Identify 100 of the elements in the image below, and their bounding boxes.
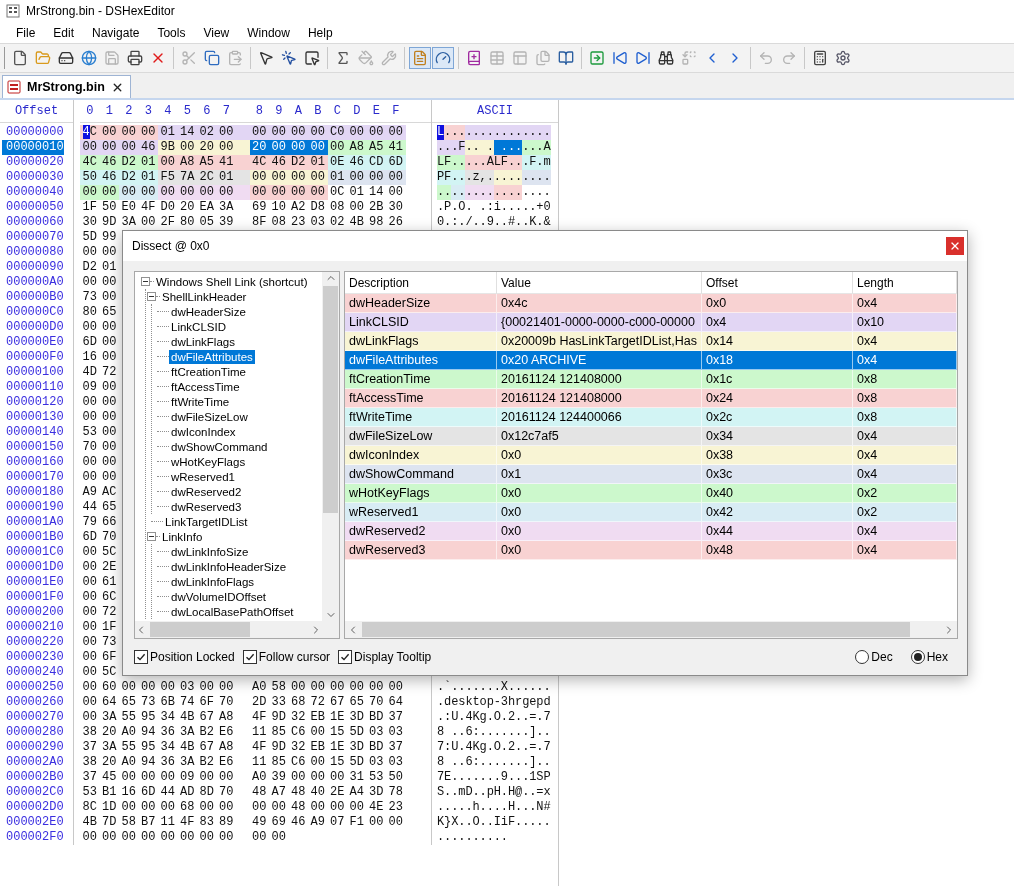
collapse-icon[interactable] (141, 277, 150, 286)
scroll-thumb[interactable] (150, 622, 250, 637)
option-checkbox[interactable]: Display Tooltip (338, 650, 432, 664)
checkbox[interactable] (242, 650, 257, 664)
hex-byte: 30 (81, 215, 98, 230)
tree-item[interactable]: dwReserved2 (169, 484, 244, 499)
tree-item[interactable]: ftCreationTime (169, 364, 248, 379)
ascii-text: K}X..O..IiF..... (437, 815, 551, 830)
tree-item[interactable]: dwFileAttributes (169, 349, 255, 364)
hex-byte: A5 (197, 155, 217, 170)
hex-byte: 00 (120, 830, 137, 845)
hex-byte: 00 (329, 770, 346, 785)
hex-byte: 10 (270, 200, 287, 215)
radix-radio[interactable]: Hex (910, 650, 948, 664)
tree-item[interactable]: dwIconIndex (169, 424, 238, 439)
radio-button[interactable] (910, 650, 925, 664)
vertical-scrollbar[interactable] (322, 272, 339, 621)
tree-item[interactable]: ftWriteTime (169, 394, 232, 409)
tree-item[interactable]: ShellLinkHeader (160, 289, 249, 304)
tree-item[interactable]: dwShowCommand (169, 439, 270, 454)
hex-byte: 00 (101, 320, 118, 335)
hex-byte: 01 (101, 260, 118, 275)
tree-item[interactable]: dwLinkInfoFlags (169, 574, 257, 589)
option-checkbox[interactable]: Follow cursor (242, 650, 331, 664)
hex-byte: 00 (197, 185, 217, 200)
tree-item[interactable]: LinkCLSID (169, 319, 228, 334)
radix-radio[interactable]: Dec (855, 650, 893, 664)
tree-item[interactable]: LinkInfo (160, 529, 205, 544)
collapse-icon[interactable] (147, 532, 156, 541)
hex-byte: D2 (81, 260, 98, 275)
tree-item[interactable]: Windows Shell Link (shortcut) (154, 274, 310, 289)
ascii-text: ................ (437, 185, 551, 200)
column-header: 7 (221, 104, 231, 118)
menu-item[interactable]: Navigate (84, 23, 148, 42)
table-cell: 0x4 (852, 541, 957, 560)
tree-item[interactable]: dwLocalBasePathOffset (169, 604, 296, 619)
tree-item[interactable]: dwVolumeIDOffset (169, 589, 269, 604)
menu-item[interactable]: Window (239, 23, 298, 42)
offset-text: 00000180 (5, 485, 64, 500)
menu-item[interactable]: Edit (45, 23, 83, 42)
hex-byte: 00 (101, 380, 118, 395)
close-button[interactable] (946, 237, 964, 255)
checkbox[interactable] (134, 650, 148, 664)
hex-byte: 00 (309, 800, 326, 815)
hex-byte: 07 (329, 815, 346, 830)
scroll-thumb[interactable] (323, 286, 338, 513)
hex-byte: 36 (159, 725, 176, 740)
hex-byte: A0 (251, 680, 268, 695)
file-tab[interactable]: MrStrong.bin (2, 75, 131, 98)
option-checkbox[interactable]: Position Locked (134, 650, 235, 664)
table-cell: 0x3c (701, 465, 853, 484)
hex-byte: 00 (386, 125, 406, 140)
gauge-button[interactable] (432, 47, 454, 69)
folder-icon (35, 50, 51, 66)
menu-item[interactable]: Help (299, 23, 341, 42)
menu-item[interactable]: View (195, 23, 238, 42)
tree-item[interactable]: dwLinkInfoHeaderSize (169, 559, 289, 574)
offset-text: 00000250 (5, 680, 64, 695)
hex-byte: 00 (158, 185, 178, 200)
table-cell: 0x4 (852, 465, 957, 484)
hex-byte: 36 (159, 755, 176, 770)
hex-byte: 68 (179, 800, 196, 815)
hex-byte: 37 (81, 740, 98, 755)
hex-byte: 00 (218, 680, 235, 695)
tree-item[interactable]: dwLinkInfoSize (169, 544, 251, 559)
hex-byte: 00 (308, 170, 328, 185)
tree-item[interactable]: ftAccessTime (169, 379, 242, 394)
hex-byte: 03 (368, 725, 385, 740)
scroll-thumb[interactable] (362, 622, 910, 637)
collapse-icon[interactable] (147, 292, 156, 301)
hex-byte: EB (309, 710, 326, 725)
tree-item[interactable]: wHotKeyFlags (169, 454, 248, 469)
hex-byte: 1E (329, 710, 346, 725)
radio-button[interactable] (855, 650, 870, 664)
tree-item[interactable]: wReserved1 (169, 469, 237, 484)
table-cell: 0x38 (701, 446, 853, 465)
tree-item[interactable]: LinkTargetIDList (163, 514, 250, 529)
hex-byte: 79 (81, 515, 98, 530)
tree-item[interactable]: dwHeaderSize (169, 304, 248, 319)
document-button[interactable] (409, 47, 431, 69)
column-header: 2 (124, 104, 134, 118)
tree-item[interactable]: dwFileSizeLow (169, 409, 250, 424)
menu-item[interactable]: Tools (149, 23, 194, 42)
hex-byte: 37 (387, 710, 404, 725)
hex-byte: 00 (251, 830, 268, 845)
column-header: D (352, 104, 362, 118)
table-cell: 0x2 (852, 503, 957, 522)
tree-item[interactable]: dwLinkFlags (169, 334, 237, 349)
hex-byte: 00 (348, 680, 365, 695)
hex-byte: 00 (140, 770, 157, 785)
horizontal-scrollbar[interactable] (345, 621, 957, 638)
checkbox[interactable] (338, 650, 353, 664)
horizontal-scrollbar[interactable] (135, 621, 322, 638)
tree-item[interactable]: dwReserved3 (169, 499, 244, 514)
panels-icon (512, 50, 528, 66)
table-cell: 0x0 (497, 484, 702, 503)
hex-byte: 16 (81, 350, 98, 365)
hex-byte: A4 (348, 785, 365, 800)
hex-byte: 46 (290, 815, 307, 830)
menu-item[interactable]: File (8, 23, 44, 42)
